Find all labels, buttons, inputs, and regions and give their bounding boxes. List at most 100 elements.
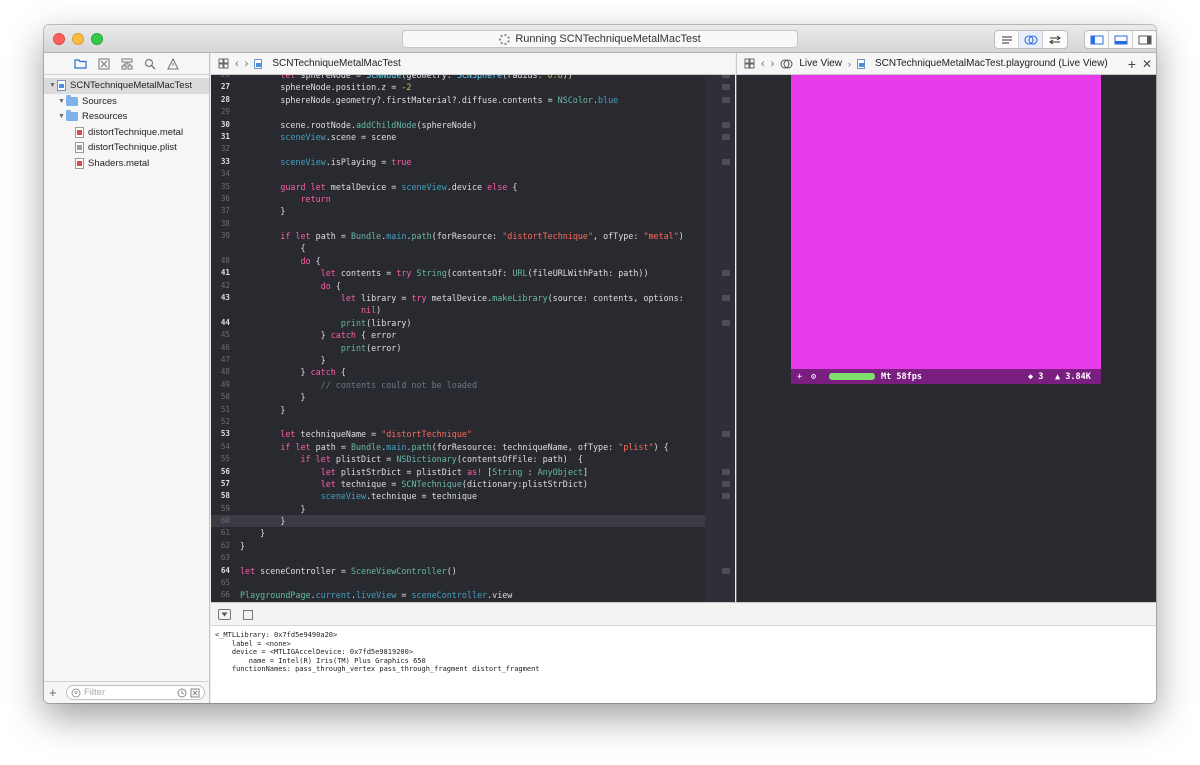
stats-settings-icon[interactable]: ⚙	[811, 372, 816, 382]
filter-field[interactable]: Filter	[66, 685, 205, 700]
back-arrow-icon[interactable]: ‹	[761, 58, 765, 70]
code-line[interactable]: 55 if let plistDict = NSDictionary(conte…	[211, 453, 705, 465]
code-line[interactable]: 64 let sceneController = SceneViewControl…	[211, 565, 730, 577]
code-line[interactable]: 34	[211, 168, 705, 180]
code-line[interactable]: 36 return	[211, 193, 705, 205]
disclosure-triangle-icon[interactable]: ▼	[48, 82, 57, 89]
result-quicklook-marker[interactable]	[722, 121, 730, 128]
find-navigator-tab[interactable]	[143, 57, 156, 70]
code-line[interactable]: 52	[211, 416, 705, 428]
result-quicklook-marker[interactable]	[722, 84, 730, 91]
related-items-icon[interactable]	[218, 58, 229, 69]
code-line[interactable]: 54 if let path = Bundle.main.path(forRes…	[211, 441, 705, 453]
result-quicklook-marker[interactable]	[722, 480, 730, 487]
result-quicklook-marker[interactable]	[722, 133, 730, 140]
back-arrow-icon[interactable]: ‹	[235, 58, 239, 70]
code-line[interactable]: 65	[211, 577, 705, 589]
assistant-editor-button[interactable]	[1019, 31, 1043, 48]
minimize-window-button[interactable]	[72, 33, 84, 45]
code-line[interactable]: 49 // contents could not be loaded	[211, 379, 705, 391]
code-line[interactable]: 48 } catch {	[211, 366, 705, 378]
code-line[interactable]: 28 sphereNode.geometry?.firstMaterial?.d…	[211, 94, 730, 106]
code-line[interactable]: 45 } catch { error	[211, 329, 705, 341]
zoom-window-button[interactable]	[91, 33, 103, 45]
result-quicklook-marker[interactable]	[722, 75, 730, 78]
result-quicklook-marker[interactable]	[722, 270, 730, 277]
disclosure-triangle-icon[interactable]: ▼	[57, 113, 66, 120]
code-line[interactable]: 39 if let path = Bundle.main.path(forRes…	[211, 230, 705, 242]
toggle-navigator-button[interactable]	[1085, 31, 1109, 48]
disclosure-triangle-icon[interactable]: ▼	[57, 98, 66, 105]
version-editor-button[interactable]	[1043, 31, 1067, 48]
editor-breadcrumb[interactable]: SCNTechniqueMetalMacTest	[272, 58, 400, 69]
navigator-item[interactable]: Shaders.metal	[44, 156, 209, 172]
close-editor-icon[interactable]: ✕	[1142, 57, 1152, 71]
navigator-item[interactable]: ▼ Resources	[44, 109, 209, 125]
result-quicklook-marker[interactable]	[722, 431, 730, 438]
navigator-item[interactable]: ▼ SCNTechniqueMetalMacTest	[44, 78, 209, 94]
add-file-button[interactable]: +	[49, 685, 61, 700]
source-control-filter-icon[interactable]	[190, 688, 200, 698]
forward-arrow-icon[interactable]: ›	[771, 58, 775, 70]
result-quicklook-marker[interactable]	[722, 158, 730, 165]
code-line[interactable]: 58 sceneView.technique = technique	[211, 490, 730, 502]
source-editor[interactable]: 26 let sphereNode = SCNNode(geometry: SC…	[211, 75, 735, 602]
result-quicklook-marker[interactable]	[722, 493, 730, 500]
code-line[interactable]: 41 let contents = try String(contentsOf:…	[211, 267, 730, 279]
code-line[interactable]: 66 PlaygroundPage.current.liveView = scen…	[211, 589, 705, 601]
code-line[interactable]: 59 }	[211, 503, 705, 515]
code-line[interactable]: 31 sceneView.scene = scene	[211, 131, 730, 143]
console-output[interactable]: <_MTLLibrary: 0x7fd5e9490a20> label = <n…	[211, 626, 1156, 703]
navigator-item[interactable]: ▼ Sources	[44, 94, 209, 110]
symbol-navigator-tab[interactable]	[120, 57, 133, 70]
standard-editor-button[interactable]	[995, 31, 1019, 48]
code-line[interactable]: {	[211, 242, 705, 254]
code-line[interactable]: 43 let library = try metalDevice.makeLib…	[211, 292, 730, 304]
console-toggle-button[interactable]	[243, 610, 253, 620]
scene-view[interactable]	[791, 75, 1101, 369]
code-line[interactable]: 40 do {	[211, 255, 705, 267]
code-line[interactable]: 29	[211, 106, 705, 118]
code-line[interactable]: 51 }	[211, 404, 705, 416]
code-line[interactable]: 56 let plistStrDict = plistDict as! [Str…	[211, 466, 730, 478]
navigator-item[interactable]: distortTechnique.metal	[44, 125, 209, 141]
code-line[interactable]: 60 }	[211, 515, 705, 528]
result-quicklook-marker[interactable]	[722, 567, 730, 574]
code-line[interactable]: 61 }	[211, 527, 705, 539]
code-line[interactable]: 33 sceneView.isPlaying = true	[211, 156, 730, 168]
code-line[interactable]: 30 scene.rootNode.addChildNode(sphereNod…	[211, 119, 730, 131]
live-view-mode[interactable]: Live View	[799, 58, 842, 69]
close-window-button[interactable]	[53, 33, 65, 45]
code-line[interactable]: 53 let techniqueName = "distortTechnique…	[211, 428, 730, 440]
code-line[interactable]: 32	[211, 143, 705, 155]
project-navigator-tab[interactable]	[74, 57, 87, 70]
result-quicklook-marker[interactable]	[722, 295, 730, 302]
code-line[interactable]: 44 print(library)	[211, 317, 730, 329]
recent-files-icon[interactable]	[177, 688, 187, 698]
toggle-utilities-button[interactable]	[1133, 31, 1156, 48]
code-line[interactable]: 38	[211, 218, 705, 230]
hide-debug-area-button[interactable]	[218, 609, 231, 620]
issue-navigator-tab[interactable]	[166, 57, 179, 70]
code-line[interactable]: 62}	[211, 540, 705, 552]
toggle-debug-area-button[interactable]	[1109, 31, 1133, 48]
code-line[interactable]: 57 let technique = SCNTechnique(dictiona…	[211, 478, 730, 490]
code-line[interactable]: 50 }	[211, 391, 705, 403]
related-items-icon[interactable]	[744, 58, 755, 69]
result-quicklook-marker[interactable]	[722, 468, 730, 475]
stats-add-icon[interactable]: +	[797, 372, 802, 382]
forward-arrow-icon[interactable]: ›	[245, 58, 249, 70]
code-line[interactable]: 46 print(error)	[211, 342, 705, 354]
code-line[interactable]: 47 }	[211, 354, 705, 366]
code-line[interactable]: 37 }	[211, 205, 705, 217]
result-quicklook-marker[interactable]	[722, 319, 730, 326]
navigator-item[interactable]: distortTechnique.plist	[44, 140, 209, 156]
result-quicklook-marker[interactable]	[722, 96, 730, 103]
code-line[interactable]: 42 do {	[211, 280, 705, 292]
add-editor-icon[interactable]: +	[1128, 56, 1136, 72]
code-line[interactable]: 35 guard let metalDevice = sceneView.dev…	[211, 181, 705, 193]
code-line[interactable]: nil)	[211, 304, 705, 316]
code-line[interactable]: 27 sphereNode.position.z = -2	[211, 81, 730, 93]
source-control-tab[interactable]	[97, 57, 110, 70]
code-line[interactable]: 63	[211, 552, 705, 564]
